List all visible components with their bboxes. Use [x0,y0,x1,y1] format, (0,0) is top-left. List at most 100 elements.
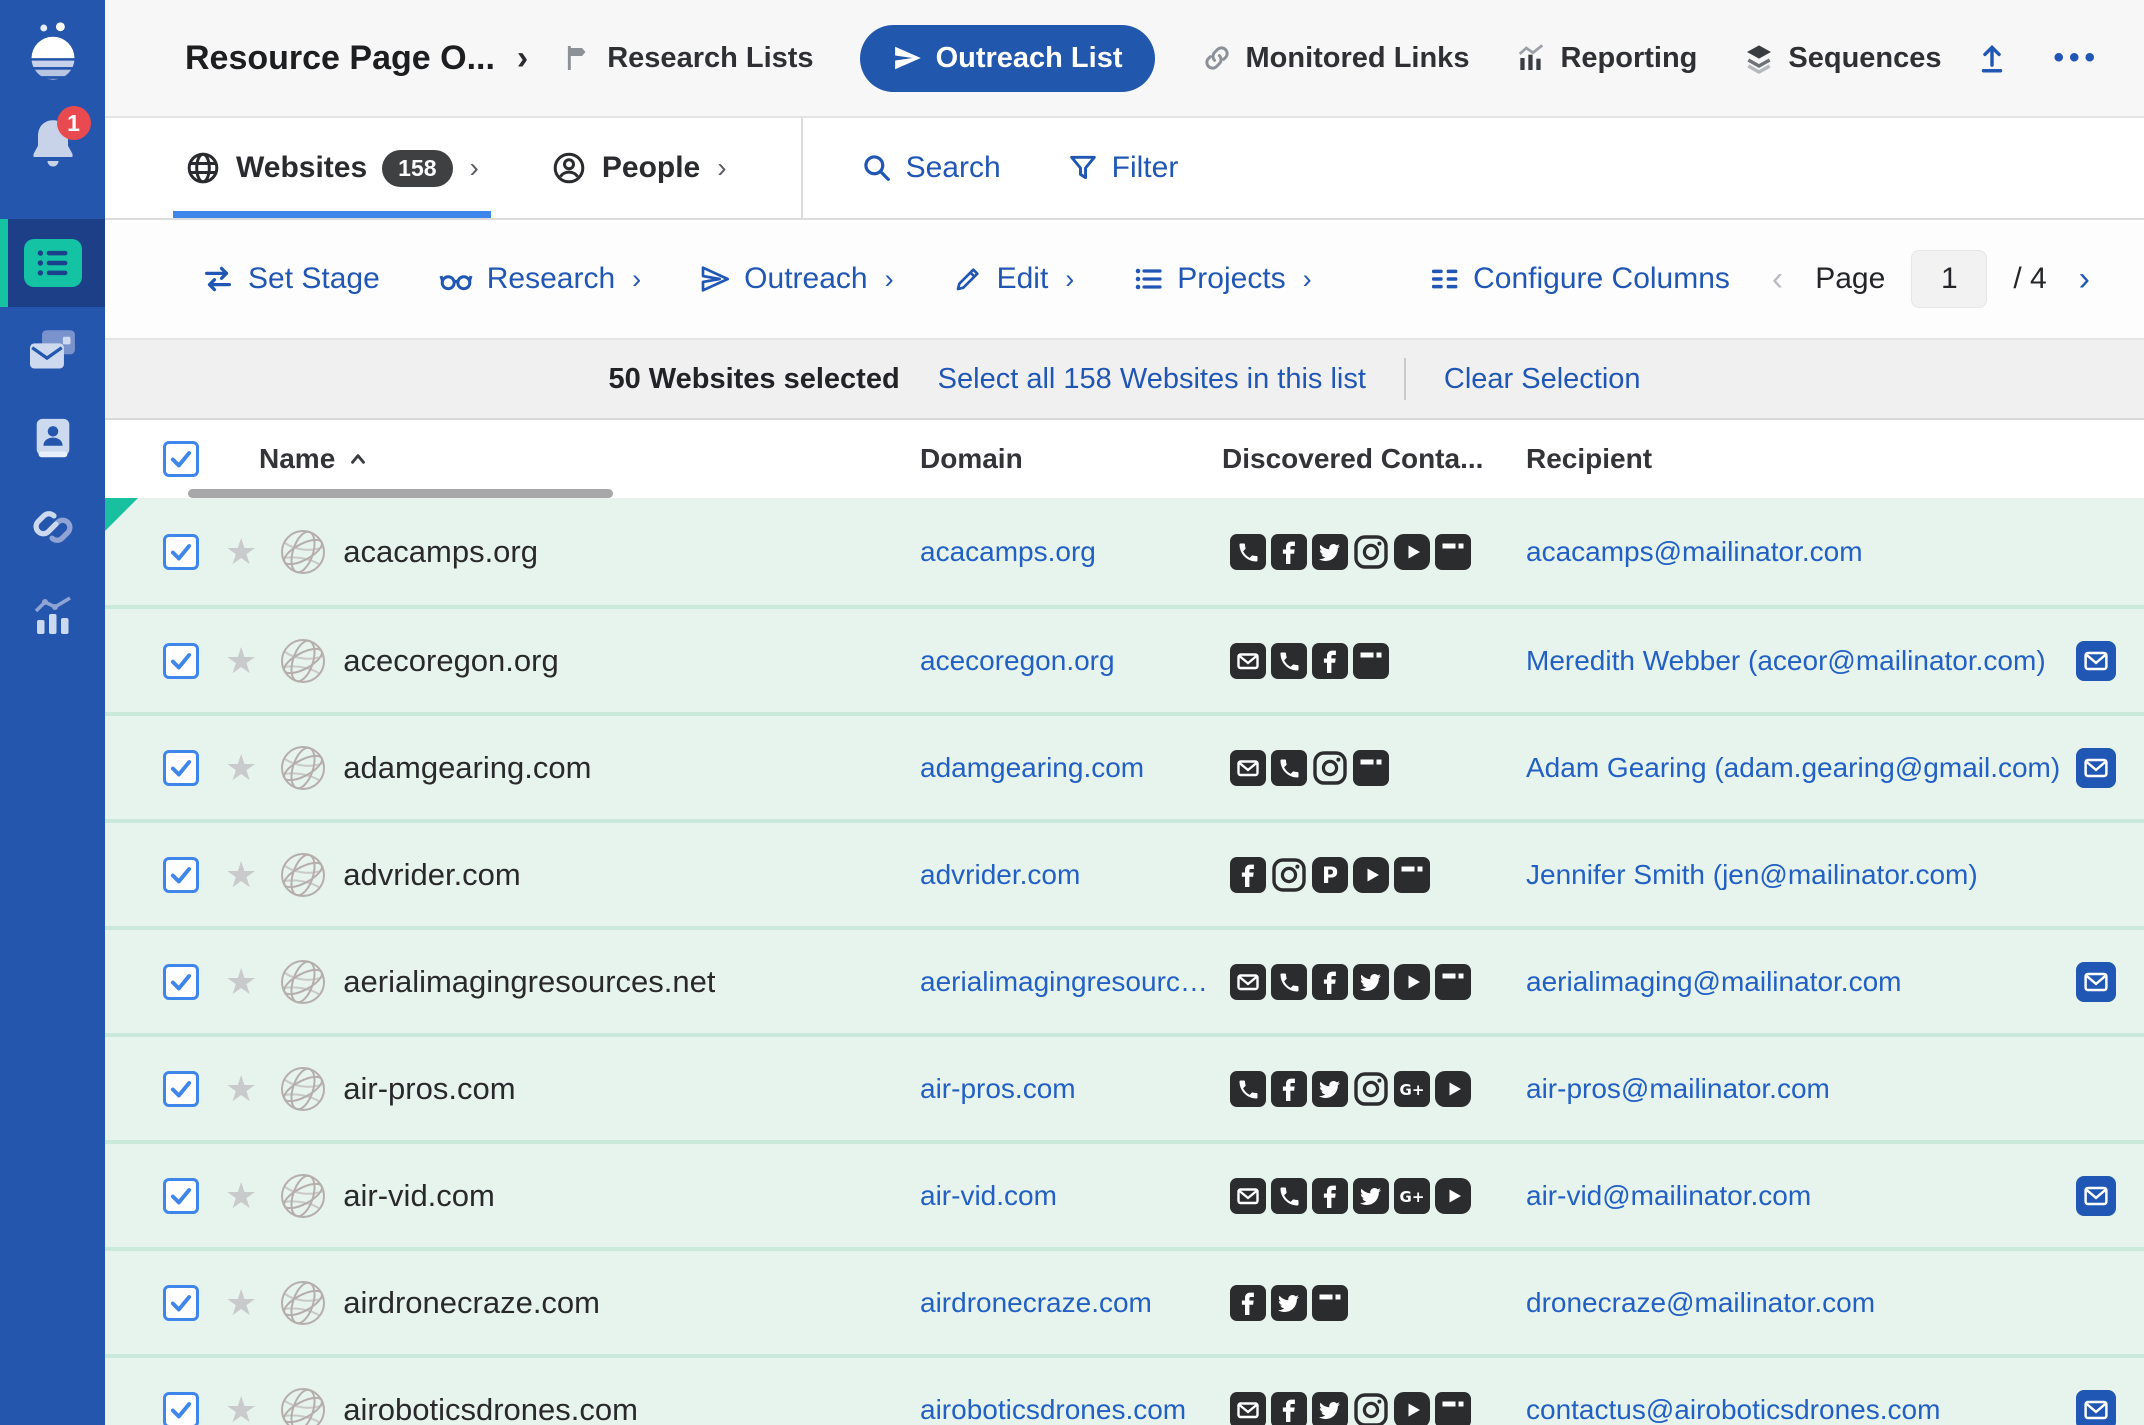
phone-icon[interactable] [1271,964,1307,1000]
row-checkbox[interactable] [163,1285,199,1321]
column-header-recipient[interactable]: Recipient [1526,443,1652,475]
googleplus-icon[interactable] [1394,1071,1430,1107]
favorite-star-icon[interactable]: ★ [225,1392,257,1425]
tab-websites[interactable]: Websites 158 › [185,118,479,218]
nav-sequences[interactable]: Sequences [1743,42,1941,75]
instagram-icon[interactable] [1353,1392,1389,1425]
recipient-link[interactable]: air-pros@mailinator.com [1526,1073,2086,1105]
row-checkbox[interactable] [163,964,199,1000]
domain-link[interactable]: air-vid.com [920,1180,1212,1212]
youtube-icon[interactable] [1394,964,1430,1000]
youtube-icon[interactable] [1394,534,1430,570]
favorite-star-icon[interactable]: ★ [225,643,257,679]
horizontal-scrollbar-thumb[interactable] [188,489,613,498]
column-header-name[interactable]: Name [259,443,369,475]
domain-link[interactable]: air-pros.com [920,1073,1212,1105]
row-checkbox[interactable] [163,857,199,893]
domain-link[interactable]: adamgearing.com [920,752,1212,784]
recipient-link[interactable]: contactus@airoboticsdrones.com [1526,1394,2086,1425]
recipient-link[interactable]: Adam Gearing (adam.gearing@gmail.com) [1526,752,2086,784]
window-icon[interactable] [1394,857,1430,893]
nav-outreach-list[interactable]: Outreach List [860,25,1155,92]
row-checkbox[interactable] [163,750,199,786]
facebook-icon[interactable] [1230,1285,1266,1321]
window-icon[interactable] [1353,750,1389,786]
sidebar-item-reports[interactable] [0,571,105,659]
facebook-icon[interactable] [1312,1178,1348,1214]
favorite-star-icon[interactable]: ★ [225,534,257,570]
select-all-link[interactable]: Select all 158 Websites in this list [938,363,1366,396]
next-page-button[interactable]: › [2073,260,2096,299]
recipient-link[interactable]: Jennifer Smith (jen@mailinator.com) [1526,859,2086,891]
more-menu-icon[interactable]: ••• [2053,41,2100,75]
twitter-icon[interactable] [1312,534,1348,570]
envelope-icon[interactable] [1230,643,1266,679]
sidebar-item-contacts[interactable] [0,395,105,483]
recipient-link[interactable]: Meredith Webber (aceor@mailinator.com) [1526,645,2086,677]
twitter-icon[interactable] [1312,1071,1348,1107]
domain-link[interactable]: airoboticsdrones.com [920,1394,1212,1425]
instagram-icon[interactable] [1353,534,1389,570]
favorite-star-icon[interactable]: ★ [225,1071,257,1107]
recipient-link[interactable]: air-vid@mailinator.com [1526,1180,2086,1212]
search-button[interactable]: Search [861,118,1001,218]
filter-button[interactable]: Filter [1067,118,1179,218]
twitter-icon[interactable] [1312,1392,1348,1425]
window-icon[interactable] [1353,643,1389,679]
domain-link[interactable]: acacamps.org [920,536,1212,568]
project-title[interactable]: Resource Page O... [185,39,495,78]
row-checkbox[interactable] [163,1071,199,1107]
nav-research-lists[interactable]: Research Lists [562,42,813,75]
youtube-icon[interactable] [1435,1071,1471,1107]
domain-link[interactable]: advrider.com [920,859,1212,891]
edit-button[interactable]: Edit › [952,262,1075,296]
phone-icon[interactable] [1230,1071,1266,1107]
window-icon[interactable] [1435,1392,1471,1425]
envelope-icon[interactable] [1230,750,1266,786]
page-number-input[interactable]: 1 [1911,250,1987,308]
facebook-icon[interactable] [1271,1392,1307,1425]
favorite-star-icon[interactable]: ★ [225,750,257,786]
window-icon[interactable] [1435,964,1471,1000]
twitter-icon[interactable] [1271,1285,1307,1321]
research-button[interactable]: Research › [438,261,641,297]
facebook-icon[interactable] [1271,534,1307,570]
facebook-icon[interactable] [1312,643,1348,679]
recipient-link[interactable]: acacamps@mailinator.com [1526,536,2086,568]
nav-reporting[interactable]: Reporting [1515,42,1697,75]
youtube-icon[interactable] [1435,1178,1471,1214]
column-header-domain[interactable]: Domain [920,443,1023,475]
domain-link[interactable]: acecoregon.org [920,645,1212,677]
favorite-star-icon[interactable]: ★ [225,857,257,893]
prev-page-button[interactable]: ‹ [1766,260,1789,299]
send-email-button[interactable] [2076,641,2116,681]
notifications-button[interactable]: 1 [23,114,83,179]
row-checkbox[interactable] [163,643,199,679]
window-icon[interactable] [1312,1285,1348,1321]
title-chevron-icon[interactable]: › [517,39,528,78]
nav-monitored-links[interactable]: Monitored Links [1201,42,1470,75]
send-email-button[interactable] [2076,748,2116,788]
youtube-icon[interactable] [1353,857,1389,893]
recipient-link[interactable]: dronecraze@mailinator.com [1526,1287,2086,1319]
envelope-icon[interactable] [1230,1392,1266,1425]
domain-link[interactable]: aerialimagingresources.net [920,966,1212,998]
googleplus-icon[interactable] [1394,1178,1430,1214]
outreach-button[interactable]: Outreach › [699,262,893,296]
projects-button[interactable]: Projects › [1132,262,1311,296]
domain-link[interactable]: airdronecraze.com [920,1287,1212,1319]
send-email-button[interactable] [2076,1390,2116,1425]
recipient-link[interactable]: aerialimaging@mailinator.com [1526,966,2086,998]
buzzstream-logo-icon[interactable] [22,20,84,84]
pinterest-icon[interactable] [1312,857,1348,893]
twitter-icon[interactable] [1353,964,1389,1000]
envelope-icon[interactable] [1230,964,1266,1000]
set-stage-button[interactable]: Set Stage [201,262,380,296]
favorite-star-icon[interactable]: ★ [225,1285,257,1321]
youtube-icon[interactable] [1394,1392,1430,1425]
upload-icon[interactable] [1975,41,2009,75]
row-checkbox[interactable] [163,534,199,570]
tab-people[interactable]: People › [551,118,727,218]
row-checkbox[interactable] [163,1178,199,1214]
sidebar-item-links[interactable] [0,483,105,571]
